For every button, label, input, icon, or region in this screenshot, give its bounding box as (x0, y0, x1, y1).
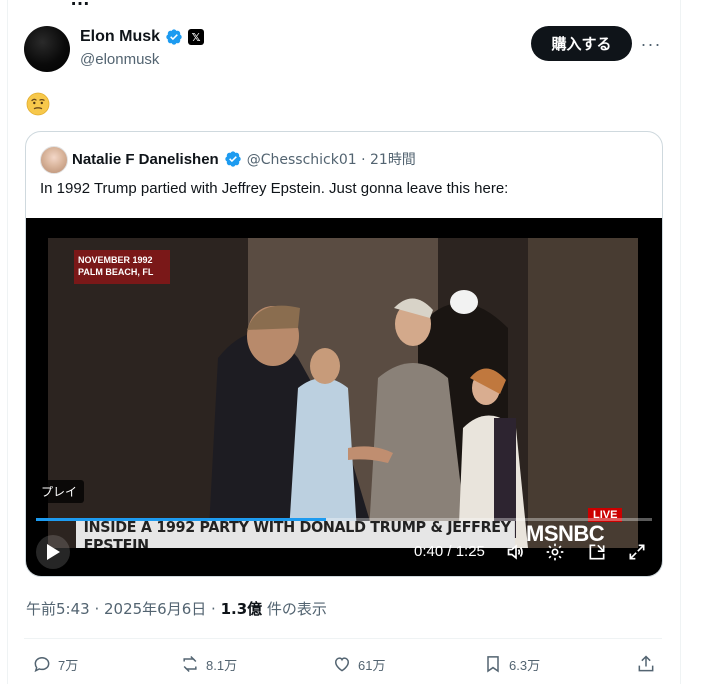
fullscreen-icon[interactable] (627, 542, 647, 562)
bookmark-icon (487, 656, 499, 673)
x-affiliate-icon: 𝕏 (188, 29, 205, 45)
volume-icon[interactable] (506, 542, 526, 562)
author-avatar[interactable] (24, 26, 70, 72)
quote-handle-time[interactable]: @Chesschick01 · 21時間 (247, 149, 416, 169)
raised-eyebrow-emoji-icon (26, 92, 50, 116)
play-tooltip: プレイ (34, 480, 85, 503)
quoted-tweet[interactable]: Natalie F Danelishen @Chesschick01 · 21時… (25, 131, 663, 577)
author-name[interactable]: Elon Musk (80, 28, 160, 46)
video-scene-image (48, 238, 638, 548)
video-frame[interactable]: NOVEMBER 1992 PALM BEACH, FL INSIDE A 19… (48, 238, 638, 548)
like-button[interactable]: 61万 (332, 654, 385, 674)
repost-button[interactable]: 8.1万 (180, 654, 237, 674)
timeline-divider-left (7, 0, 8, 684)
quote-text: In 1992 Trump partied with Jeffrey Epste… (40, 180, 509, 197)
action-bar: 7万 8.1万 61万 6.3万 (0, 654, 710, 678)
timeline-divider-right (680, 0, 681, 684)
video-progress-bar[interactable] (36, 518, 652, 521)
overlay-location-line: PALM BEACH, FL (78, 267, 154, 277)
previous-content-fragment: … (70, 0, 90, 11)
buy-button[interactable]: 購入する (531, 26, 632, 61)
repost-count: 8.1万 (206, 657, 238, 673)
action-divider (24, 638, 662, 639)
view-count: 1.3億 (220, 600, 263, 618)
more-options-icon[interactable]: ··· (640, 34, 662, 54)
picture-in-picture-icon[interactable] (587, 542, 607, 562)
share-button[interactable] (636, 654, 656, 674)
location-date-overlay: NOVEMBER 1992 PALM BEACH, FL (74, 250, 170, 284)
repost-icon (183, 655, 197, 673)
share-icon (638, 655, 654, 672)
play-button[interactable] (36, 535, 70, 569)
reply-count: 7万 (58, 657, 79, 673)
video-progress-fill (36, 518, 326, 521)
bookmark-button[interactable]: 6.3万 (483, 654, 540, 674)
bookmark-count: 6.3万 (509, 657, 541, 673)
video-player[interactable]: NOVEMBER 1992 PALM BEACH, FL INSIDE A 19… (26, 218, 662, 576)
heart-icon (334, 657, 350, 672)
views-label: 件の表示 (262, 600, 327, 618)
quote-author-name[interactable]: Natalie F Danelishen (72, 151, 219, 168)
reply-icon (34, 656, 50, 673)
video-time: 0:40 / 1:25 (414, 543, 485, 560)
post-timestamp[interactable]: 午前5:43 · 2025年6月6日 · (26, 600, 221, 618)
overlay-date-line: NOVEMBER 1992 (78, 255, 153, 265)
settings-gear-icon[interactable] (545, 542, 565, 562)
play-icon (47, 544, 60, 560)
author-block: Elon Musk 𝕏 @elonmusk (80, 28, 205, 68)
author-handle[interactable]: @elonmusk (80, 51, 204, 68)
post-metadata: 午前5:43 · 2025年6月6日 · 1.3億 件の表示 (26, 598, 327, 619)
reply-button[interactable]: 7万 (32, 654, 78, 674)
like-count: 61万 (358, 657, 386, 673)
verified-badge-icon (166, 29, 182, 45)
quote-verified-badge-icon (225, 151, 241, 167)
quote-author-avatar[interactable] (40, 146, 68, 174)
